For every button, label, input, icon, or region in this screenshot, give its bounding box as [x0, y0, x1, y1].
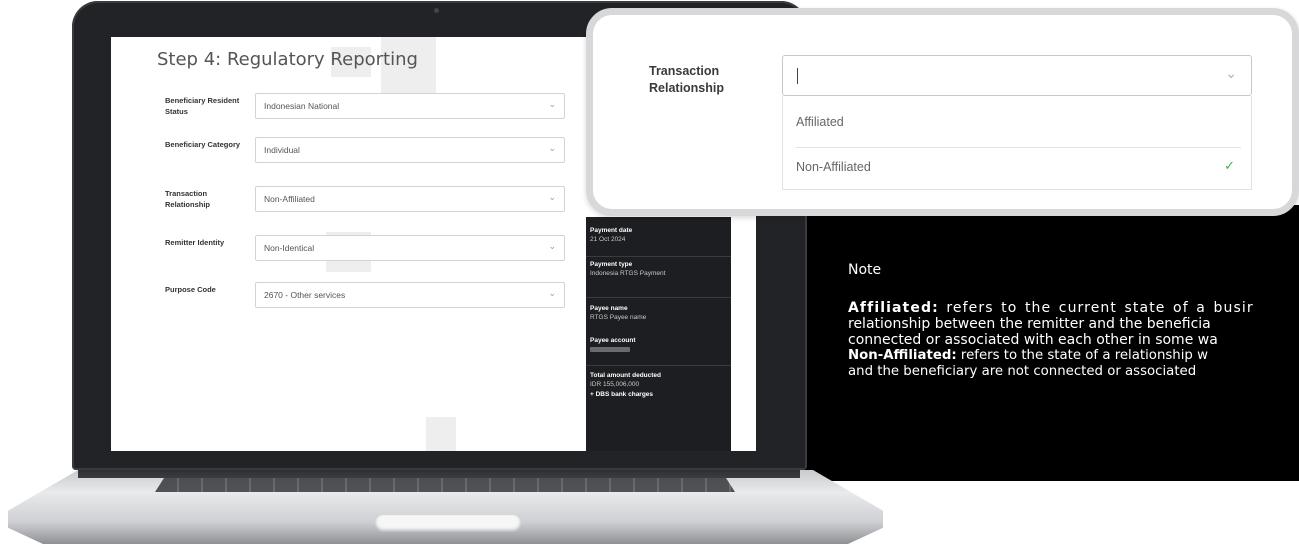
summary-payee-account: Payee account	[590, 337, 725, 352]
summary-value: 21 Oct 2024	[590, 236, 626, 243]
masked-account-value	[590, 347, 630, 352]
checkmark-icon: ✓	[1224, 158, 1235, 173]
chevron-down-icon: ⌄	[548, 288, 556, 298]
divider	[586, 365, 731, 366]
summary-label: Payment date	[590, 227, 633, 234]
summary-label: Payee name	[590, 305, 628, 312]
non-affiliated-note: Non-Affiliated: refers to the state of a…	[848, 348, 1299, 380]
field-label: Remitter Identity	[165, 238, 225, 247]
affiliated-line-3: connected or associated with each other …	[848, 332, 1218, 348]
transaction-relationship-label: Transaction Relationship	[649, 64, 725, 95]
field-label: Beneficiary Category	[165, 140, 241, 149]
summary-payee-name: Payee name RTGS Payee name	[590, 305, 725, 321]
divider	[586, 256, 731, 257]
remitter-identity-select[interactable]: Non-Identical ⌄	[255, 235, 565, 261]
purpose-code-select[interactable]: 2670 - Other services ⌄	[255, 282, 565, 308]
divider	[796, 147, 1241, 148]
dropdown-menu: Affiliated Non-Affiliated ✓	[782, 96, 1252, 190]
transaction-relationship-select[interactable]: Non-Affiliated ⌄	[255, 186, 565, 212]
dbs-bank-charges-link[interactable]: + DBS bank charges	[590, 391, 725, 398]
step-title: Step 4: Regulatory Reporting	[157, 49, 418, 70]
transaction-relationship-dropdown[interactable]: ⌄	[782, 55, 1252, 96]
camera-icon	[434, 8, 439, 13]
summary-label: Total amount deducted	[590, 372, 662, 379]
affiliated-line-1: refers to the current state of a busir	[946, 300, 1254, 316]
chevron-down-icon: ⌄	[1225, 65, 1237, 81]
summary-label: Payee account	[590, 337, 636, 344]
non-affiliated-line-2: and the beneficiary are not connected or…	[848, 364, 1197, 379]
non-affiliated-term: Non-Affiliated:	[848, 348, 957, 363]
field-transaction-relationship: Transaction Relationship Non-Affiliated …	[165, 186, 565, 218]
divider	[586, 297, 731, 298]
chevron-down-icon: ⌄	[548, 99, 556, 109]
field-purpose-code: Purpose Code 2670 - Other services ⌄	[165, 282, 565, 314]
select-value: Non-Identical	[264, 243, 315, 253]
select-value: Non-Affiliated	[264, 194, 315, 204]
field-remitter-identity: Remitter Identity Non-Identical ⌄	[165, 235, 565, 267]
select-value: Individual	[264, 145, 300, 155]
summary-total-amount: Total amount deducted IDR 155,006,000 + …	[590, 372, 725, 398]
field-label: Beneficiary Resident Status	[165, 96, 240, 116]
summary-value: Indonesia RTGS Payment	[590, 270, 666, 277]
summary-value: IDR 155,006,000	[590, 381, 640, 388]
note-title: Note	[848, 262, 882, 278]
watermark-shape	[426, 417, 456, 451]
select-value: Indonesian National	[264, 101, 340, 111]
note-panel: Note Affiliated: refers to the current s…	[790, 205, 1299, 481]
text-caret	[797, 68, 798, 84]
field-label: Transaction Relationship	[165, 189, 211, 209]
payment-summary-panel: Payment date 21 Oct 2024 Payment type In…	[586, 217, 731, 451]
non-affiliated-line-1: refers to the state of a relationship w	[960, 348, 1208, 363]
field-beneficiary-resident-status: Beneficiary Resident Status Indonesian N…	[165, 93, 565, 125]
zoom-callout: Transaction Relationship ⌄ Affiliated No…	[586, 8, 1299, 216]
affiliated-term: Affiliated:	[848, 300, 939, 316]
chevron-down-icon: ⌄	[548, 192, 556, 202]
summary-value: RTGS Payee name	[590, 314, 647, 321]
laptop-notch	[375, 515, 521, 532]
beneficiary-category-select[interactable]: Individual ⌄	[255, 137, 565, 163]
option-affiliated[interactable]: Affiliated	[796, 115, 844, 129]
affiliated-line-2: relationship between the remitter and th…	[848, 316, 1211, 332]
summary-payment-date: Payment date 21 Oct 2024	[590, 227, 725, 243]
chevron-down-icon: ⌄	[548, 241, 556, 251]
option-non-affiliated[interactable]: Non-Affiliated	[796, 160, 871, 174]
field-label: Purpose Code	[165, 285, 216, 294]
beneficiary-resident-status-select[interactable]: Indonesian National ⌄	[255, 93, 565, 119]
chevron-down-icon: ⌄	[548, 143, 556, 153]
field-beneficiary-category: Beneficiary Category Individual ⌄	[165, 137, 565, 169]
summary-payment-type: Payment type Indonesia RTGS Payment	[590, 261, 725, 277]
summary-label: Payment type	[590, 261, 633, 268]
select-value: 2670 - Other services	[264, 290, 346, 300]
affiliated-note: Affiliated: refers to the current state …	[848, 300, 1299, 348]
